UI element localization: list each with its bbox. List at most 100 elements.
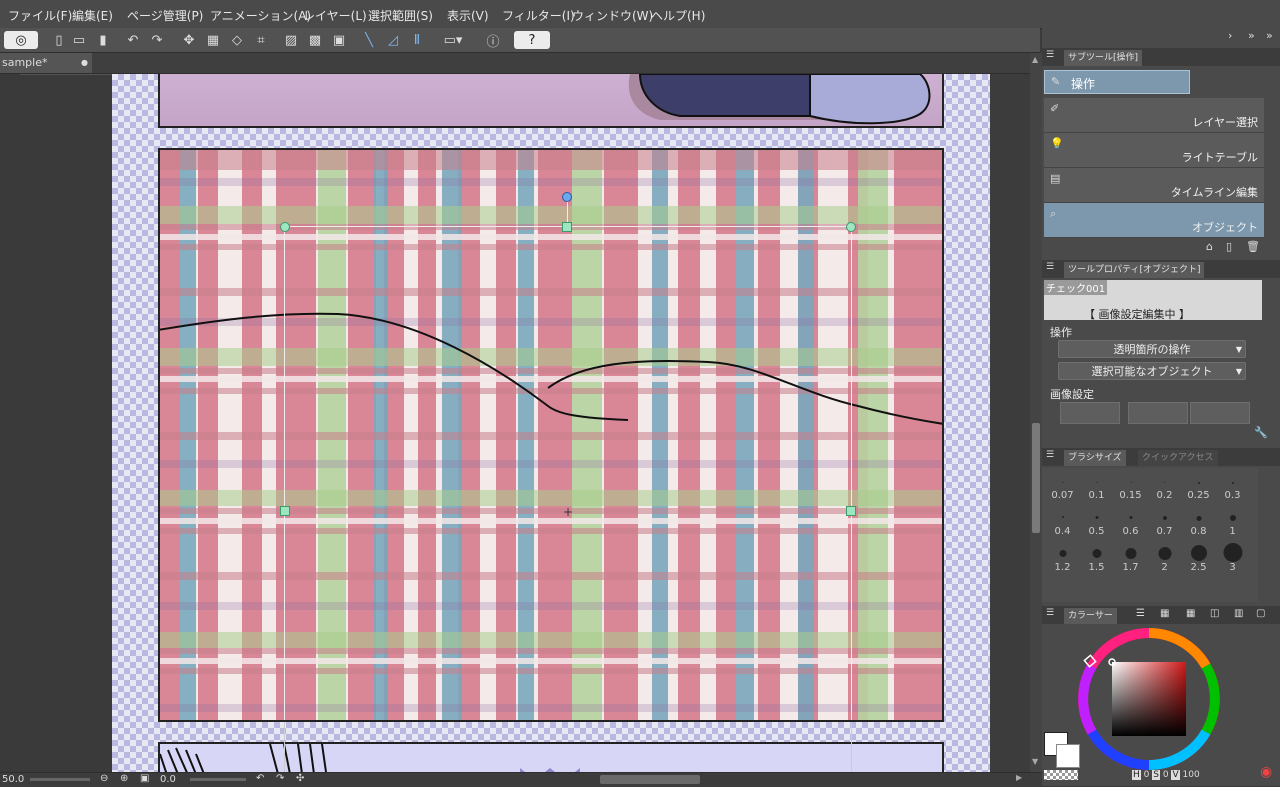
scroll-up-icon[interactable]: ▲ — [1032, 55, 1038, 64]
ruler-snap-icon[interactable]: ╲ — [360, 31, 378, 49]
approx-color-tab-icon[interactable]: ◫ — [1210, 608, 1219, 619]
zoom-in-icon[interactable]: ⊕ — [120, 773, 128, 784]
color-wheel[interactable] — [1076, 626, 1222, 772]
expand-all-icon[interactable]: » — [1266, 29, 1273, 42]
color-mode-icon[interactable]: ◉ — [1260, 764, 1272, 780]
selectable-object-dropdown[interactable]: 選択可能なオブジェクト ▼ — [1058, 362, 1246, 380]
brush-size-cell[interactable]: 3 — [1216, 540, 1249, 574]
help-icon[interactable]: ? — [514, 31, 550, 49]
zoom-slider[interactable] — [30, 778, 90, 781]
rotation-slider[interactable] — [190, 778, 246, 781]
expand-panel-icon[interactable]: » — [1248, 29, 1255, 42]
select-all-icon[interactable]: ▣ — [330, 31, 348, 49]
quick-access-tab[interactable]: クイックアクセス — [1138, 450, 1218, 466]
undo-icon[interactable]: ↶ — [124, 31, 142, 49]
collapse-panel-icon[interactable]: › — [1228, 29, 1232, 42]
subtool-object[interactable]: ⌕ オブジェクト — [1044, 203, 1264, 238]
menu-help[interactable]: ヘルプ(H) — [651, 7, 705, 24]
menu-animation[interactable]: アニメーション(A) — [210, 7, 311, 24]
tool-property-tab[interactable]: ツールプロパティ[オブジェクト] — [1064, 262, 1205, 278]
eraser-icon[interactable]: ◇ — [228, 31, 246, 49]
reset-rotation-icon[interactable]: ✣ — [296, 773, 304, 784]
transform-handle-right[interactable] — [846, 506, 856, 516]
transform-handle-left[interactable] — [280, 506, 290, 516]
intermediate-color-tab-icon[interactable]: ▦ — [1186, 608, 1195, 619]
panel-menu-icon[interactable]: ☰ — [1046, 50, 1054, 60]
rotate-right-icon[interactable]: ↷ — [276, 773, 284, 784]
image-setting-button-3[interactable] — [1190, 402, 1250, 424]
brush-size-cell[interactable]: 1.2 — [1046, 540, 1079, 574]
image-setting-button-2[interactable] — [1128, 402, 1188, 424]
brush-size-cell[interactable]: 2.5 — [1182, 540, 1215, 574]
rotation-value[interactable]: 0.0 — [160, 774, 176, 785]
brush-size-cell[interactable]: 0.8 — [1182, 504, 1215, 538]
save-icon[interactable]: ▮ — [94, 31, 112, 49]
curve-snap-icon[interactable]: ◿ — [384, 31, 402, 49]
brush-size-cell[interactable]: 1.5 — [1080, 540, 1113, 574]
brush-size-cell[interactable]: 0.5 — [1080, 504, 1113, 538]
scroll-down-icon[interactable]: ▼ — [1032, 757, 1038, 766]
menu-page[interactable]: ページ管理(P) — [127, 7, 203, 24]
brush-size-cell[interactable]: 2 — [1148, 540, 1181, 574]
brush-size-cell[interactable]: 0.25 — [1182, 468, 1215, 502]
new-subtool-icon[interactable]: ▯ — [1226, 240, 1232, 253]
lock-subtool-icon[interactable]: ⌂ — [1206, 240, 1213, 253]
panel-menu-icon[interactable]: ☰ — [1046, 262, 1054, 272]
brush-size-cell[interactable]: 0.6 — [1114, 504, 1147, 538]
brush-size-cell[interactable]: 1 — [1216, 504, 1249, 538]
special-ruler-icon[interactable]: Ⅱ — [408, 31, 426, 49]
subtool-timeline-edit[interactable]: ▤ タイムライン編集 — [1044, 168, 1264, 203]
subtool-group-operation[interactable]: ✎ 操作 — [1044, 70, 1190, 94]
scroll-right-icon[interactable]: ▶ — [1016, 773, 1022, 782]
horizontal-scroll-thumb[interactable] — [600, 775, 700, 784]
panel-menu-icon[interactable]: ☰ — [1046, 450, 1054, 460]
new-file-icon[interactable]: ▯ — [50, 31, 68, 49]
brush-size-cell[interactable]: 0.15 — [1114, 468, 1147, 502]
rotate-left-icon[interactable]: ↶ — [256, 773, 264, 784]
brush-size-tab[interactable]: ブラシサイズ — [1064, 450, 1126, 466]
color-wheel-tab[interactable]: カラーサー — [1064, 608, 1117, 624]
move-icon[interactable]: ▦ — [204, 31, 222, 49]
brush-size-cell[interactable]: 0.07 — [1046, 468, 1079, 502]
app-logo-icon[interactable]: ◎ — [4, 31, 38, 49]
brush-size-cell[interactable]: 0.2 — [1148, 468, 1181, 502]
brush-size-cell[interactable]: 0.1 — [1080, 468, 1113, 502]
comic-panel-plaid[interactable]: + — [158, 148, 944, 722]
brush-size-cell[interactable]: 0.7 — [1148, 504, 1181, 538]
subtool-light-table[interactable]: 💡 ライトテーブル — [1044, 133, 1264, 168]
panel-menu-icon[interactable]: ☰ — [1046, 608, 1054, 618]
center-crosshair-icon[interactable]: + — [563, 505, 573, 519]
brush-size-cell[interactable]: 0.4 — [1046, 504, 1079, 538]
sub-color-swatch[interactable] — [1056, 744, 1080, 768]
redo-icon[interactable]: ↷ — [148, 31, 166, 49]
transform-handle-top-left[interactable] — [280, 222, 290, 232]
transform-handle-top-right[interactable] — [846, 222, 856, 232]
menu-edit[interactable]: 編集(E) — [72, 7, 113, 24]
delete-subtool-icon[interactable]: 🗑 — [1246, 240, 1260, 253]
image-setting-button-1[interactable] — [1060, 402, 1120, 424]
zoom-value[interactable]: 50.0 — [2, 774, 24, 785]
color-set-tab-icon[interactable]: ▦ — [1160, 608, 1169, 619]
vertical-scrollbar[interactable]: ▲ ▼ — [1030, 53, 1042, 772]
transform-icon[interactable]: ✥ — [180, 31, 198, 49]
brush-size-cell[interactable]: 1.7 — [1114, 540, 1147, 574]
subtool-tab[interactable]: サブツール[操作] — [1064, 50, 1143, 66]
color-history-tab-icon[interactable]: ▢ — [1256, 608, 1265, 619]
crop-icon[interactable]: ⌗ — [252, 31, 270, 49]
display-menu-icon[interactable]: ▭▾ — [438, 31, 468, 49]
menu-layer[interactable]: レイヤー(L) — [303, 7, 367, 24]
clear-icon[interactable]: ▨ — [282, 31, 300, 49]
info-icon[interactable]: ⓘ — [484, 31, 502, 50]
zoom-out-icon[interactable]: ⊖ — [100, 773, 108, 784]
menu-view[interactable]: 表示(V) — [447, 7, 489, 24]
transparent-operation-dropdown[interactable]: 透明箇所の操作 ▼ — [1058, 340, 1246, 358]
color-slider-tab-icon[interactable]: ☰ — [1136, 608, 1145, 619]
wrench-icon[interactable]: 🔧 — [1254, 426, 1268, 439]
menu-window[interactable]: ウィンドウ(W) — [572, 7, 653, 24]
vertical-scroll-thumb[interactable] — [1032, 423, 1040, 533]
menu-selection[interactable]: 選択範囲(S) — [368, 7, 433, 24]
fill-icon[interactable]: ▩ — [306, 31, 324, 49]
fit-icon[interactable]: ▣ — [140, 773, 149, 784]
canvas-area[interactable]: + — [0, 74, 1030, 772]
open-folder-icon[interactable]: ▭ — [70, 31, 88, 49]
